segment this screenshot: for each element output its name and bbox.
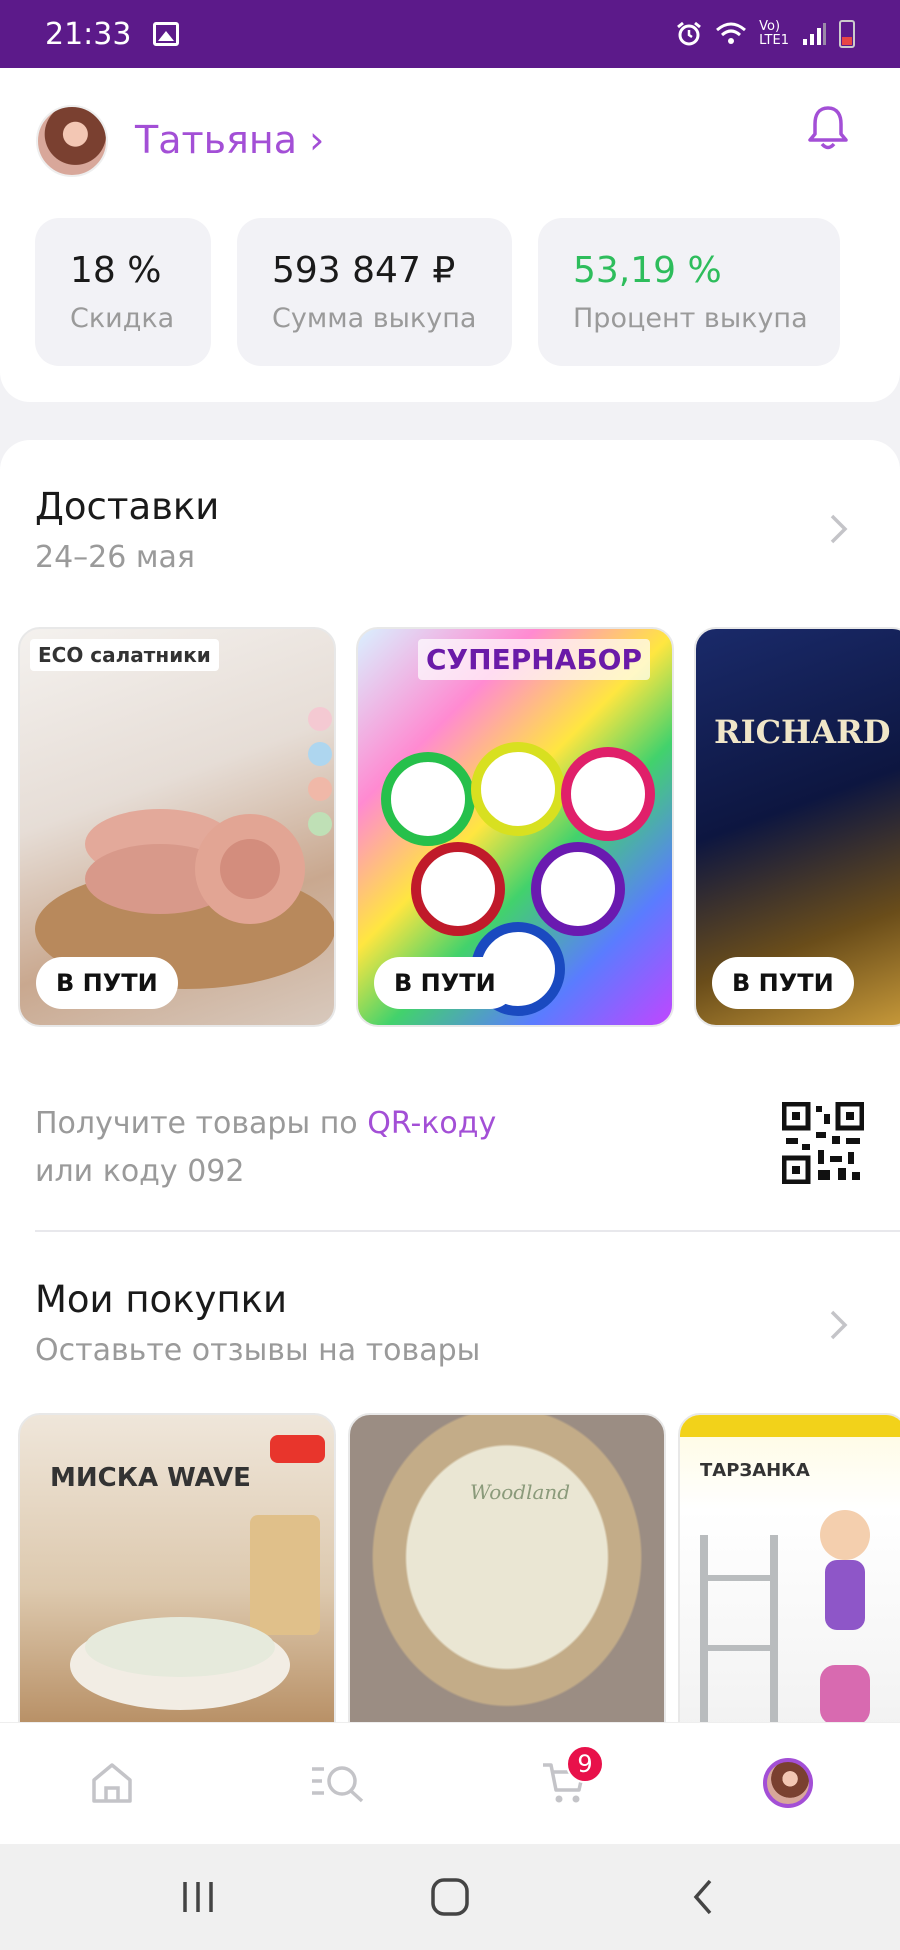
- battery-icon: [839, 20, 855, 48]
- purchase-item[interactable]: ТАРЗАНКА: [678, 1413, 900, 1722]
- nav-home[interactable]: [82, 1753, 142, 1813]
- stat-buyout-sum: 593 847 ₽ Сумма выкупа: [237, 218, 512, 366]
- delivery-item-caption: RICHARD: [714, 713, 891, 751]
- purchase-item[interactable]: МИСКА WAVE: [18, 1413, 336, 1722]
- home-system-button[interactable]: [428, 1874, 472, 1920]
- delivery-status-badge: В ПУТИ: [36, 957, 178, 1009]
- signal-icon: [803, 23, 826, 45]
- back-button[interactable]: [686, 1874, 720, 1920]
- image-icon: [153, 22, 180, 46]
- status-icons: Vo) LTE1: [675, 20, 855, 48]
- bottom-nav: 9: [0, 1722, 900, 1844]
- cart-count-badge: 9: [566, 1745, 604, 1783]
- delivery-item[interactable]: ECO салатники В ПУТИ: [18, 627, 336, 1027]
- nav-profile[interactable]: [758, 1753, 818, 1813]
- stat-buyout-percent-value: 53,19 %: [573, 250, 722, 291]
- swing-illustration: [680, 1415, 900, 1722]
- section-divider: [35, 1230, 900, 1232]
- delivery-status-badge: В ПУТИ: [374, 957, 516, 1009]
- purchase-item[interactable]: Woodland: [348, 1413, 666, 1722]
- status-bar: 21:33 Vo) LTE1: [0, 0, 900, 68]
- bowl-illustration: [70, 1435, 325, 1710]
- user-name-link[interactable]: Татьяна ›: [135, 118, 324, 162]
- nav-catalog[interactable]: [308, 1753, 368, 1813]
- bell-icon[interactable]: [806, 104, 850, 152]
- home-circle-icon: [431, 1878, 469, 1916]
- profile-avatar-icon: [763, 1758, 813, 1808]
- status-time: 21:33: [45, 16, 132, 52]
- delivery-item[interactable]: RICHARD В ПУТИ: [694, 627, 900, 1027]
- delivery-item[interactable]: СУПЕРНАБОР В ПУТИ: [356, 627, 674, 1027]
- stat-discount-value: 18 %: [70, 250, 162, 291]
- purchases-title[interactable]: Мои покупки: [35, 1278, 287, 1321]
- alarm-icon: [677, 21, 702, 46]
- stat-buyout-percent-label: Процент выкупа: [573, 303, 808, 334]
- stat-buyout-percent: 53,19 % Процент выкупа: [538, 218, 840, 366]
- deliveries-title[interactable]: Доставки: [35, 485, 219, 528]
- system-nav-bar: [0, 1844, 900, 1950]
- deliveries-date: 24–26 мая: [35, 540, 195, 575]
- catalog-search-icon: [312, 1766, 364, 1803]
- recents-icon: [183, 1882, 213, 1912]
- home-icon: [92, 1763, 132, 1803]
- pickup-code-text: или коду 092: [35, 1154, 245, 1189]
- network-label-bottom: LTE1: [759, 33, 789, 48]
- stat-discount: 18 % Скидка: [35, 218, 211, 366]
- delivery-status-badge: В ПУТИ: [712, 957, 854, 1009]
- purchase-item-caption: Woodland: [470, 1480, 571, 1504]
- wifi-icon: [716, 22, 747, 44]
- qr-code-icon[interactable]: [782, 1102, 864, 1184]
- stat-buyout-sum-value: 593 847 ₽: [272, 250, 456, 291]
- main-card: Доставки 24–26 мая ECO салатники В ПУТИ …: [0, 440, 900, 1722]
- purchases-subtitle: Оставьте отзывы на товары: [35, 1333, 481, 1368]
- profile-card: Татьяна › 18 % Скидка 593 847 ₽ Сумма вы…: [0, 68, 900, 402]
- chevron-right-icon[interactable]: [828, 1308, 850, 1342]
- network-label-top: Vo): [759, 19, 781, 34]
- back-icon: [693, 1879, 712, 1915]
- stat-discount-label: Скидка: [70, 303, 175, 334]
- recents-button[interactable]: [178, 1874, 218, 1920]
- qr-code-link[interactable]: QR-коду: [367, 1106, 496, 1141]
- avatar[interactable]: [36, 105, 108, 177]
- qr-instructions: Получите товары по QR-коду или коду 092: [35, 1100, 496, 1196]
- network-label: Vo) LTE1: [759, 20, 789, 48]
- stat-buyout-sum-label: Сумма выкупа: [272, 303, 477, 334]
- chevron-right-icon[interactable]: [828, 512, 850, 546]
- qr-text-prefix: Получите товары по: [35, 1106, 368, 1141]
